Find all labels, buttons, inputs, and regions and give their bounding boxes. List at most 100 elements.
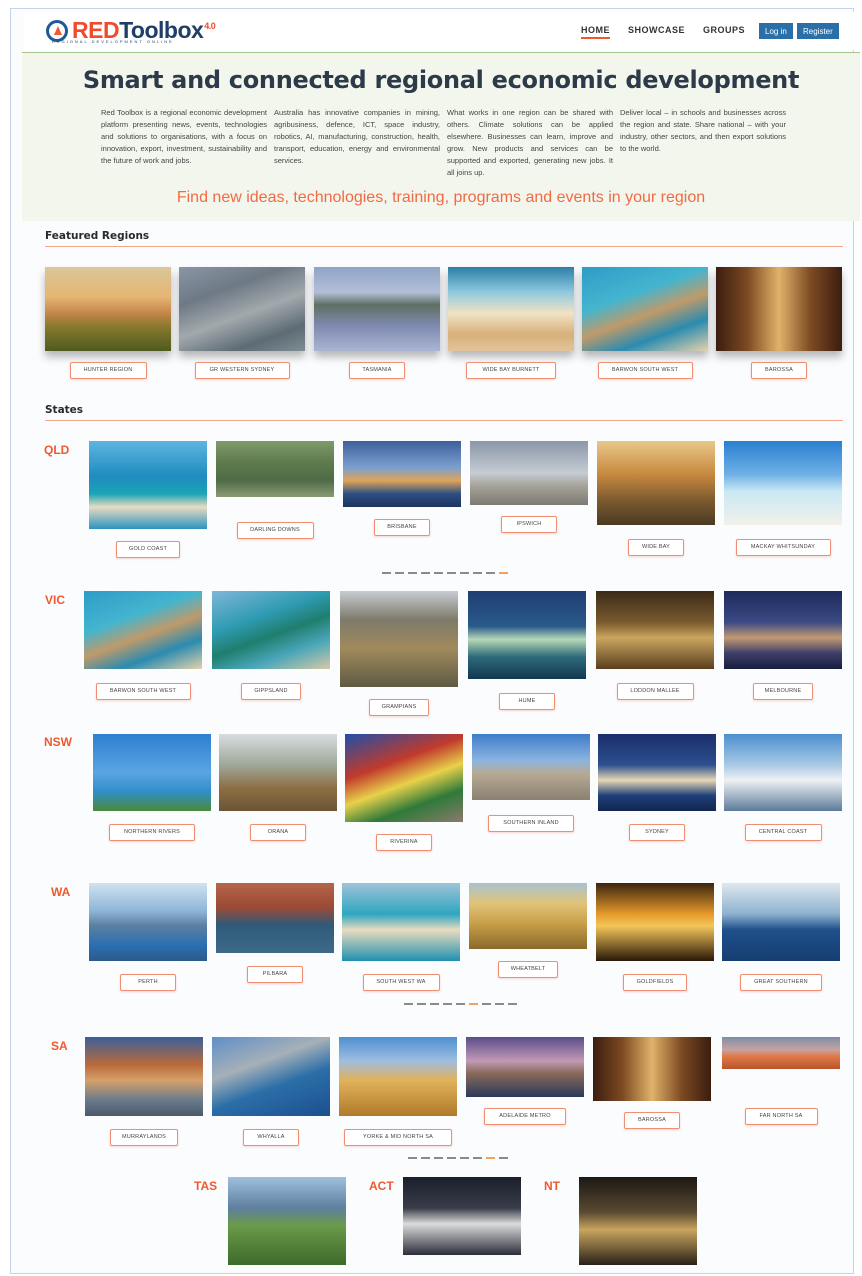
region-image[interactable] [216, 883, 334, 953]
featured-region-image[interactable] [448, 267, 574, 351]
nav-home[interactable]: HOME [581, 25, 610, 39]
pager-dash[interactable] [417, 1003, 426, 1005]
territory-image[interactable] [403, 1177, 521, 1255]
region-button[interactable]: RIVERINA [376, 834, 432, 851]
state-label-wa[interactable]: WA [51, 885, 70, 899]
pager-dash[interactable] [408, 1157, 417, 1159]
pager-dash[interactable] [460, 1157, 469, 1159]
region-button[interactable]: MURRAYLANDS [110, 1129, 178, 1146]
region-button[interactable]: ADELAIDE METRO [484, 1108, 566, 1125]
featured-region-image[interactable] [179, 267, 305, 351]
pager-dash[interactable] [495, 1003, 504, 1005]
region-button[interactable]: IPSWICH [501, 516, 557, 533]
login-button[interactable]: Log in [759, 23, 793, 39]
region-image[interactable] [472, 734, 590, 800]
region-image[interactable] [219, 734, 337, 811]
region-button[interactable]: CENTRAL COAST [744, 824, 822, 841]
region-button[interactable]: ORANA [250, 824, 306, 841]
region-image[interactable] [339, 1037, 457, 1116]
pager-dash[interactable] [421, 572, 430, 574]
pager-dash[interactable] [443, 1003, 452, 1005]
pager-dash[interactable] [408, 572, 417, 574]
pager-dash[interactable] [404, 1003, 413, 1005]
region-image[interactable] [85, 1037, 203, 1116]
pager-dash[interactable] [473, 1157, 482, 1159]
territory-image[interactable] [579, 1177, 697, 1265]
featured-region-button[interactable]: HUNTER REGION [69, 362, 147, 379]
pager-dash[interactable] [434, 572, 443, 574]
pager-dash[interactable] [447, 572, 456, 574]
region-button[interactable]: BARWON SOUTH WEST [95, 683, 191, 700]
region-image[interactable] [89, 441, 207, 529]
pager-dash[interactable] [508, 1003, 517, 1005]
pager-dash[interactable] [434, 1157, 443, 1159]
nav-groups[interactable]: GROUPS [703, 25, 745, 39]
region-image[interactable] [84, 591, 202, 669]
region-button[interactable]: SYDNEY [629, 824, 685, 841]
region-button[interactable]: FAR NORTH SA [744, 1108, 818, 1125]
region-button[interactable]: WHYALLA [243, 1129, 299, 1146]
region-image[interactable] [212, 591, 330, 669]
region-button[interactable]: SOUTHERN INLAND [488, 815, 574, 832]
region-button[interactable]: SOUTH WEST WA [362, 974, 440, 991]
region-image[interactable] [722, 883, 840, 961]
region-image[interactable] [469, 883, 587, 949]
featured-region-image[interactable] [314, 267, 440, 351]
region-button[interactable]: WIDE BAY [628, 539, 684, 556]
pager-dash[interactable] [447, 1157, 456, 1159]
region-image[interactable] [596, 883, 714, 961]
carousel-pager[interactable] [408, 1157, 512, 1159]
featured-region-image[interactable] [582, 267, 708, 351]
pager-dash[interactable] [482, 1003, 491, 1005]
region-image[interactable] [598, 734, 716, 811]
region-button[interactable]: LODDON MALLEE [616, 683, 694, 700]
region-button[interactable]: DARLING DOWNS [236, 522, 314, 539]
region-button[interactable]: YORKE & MID NORTH SA [344, 1129, 452, 1146]
pager-dash[interactable] [486, 1157, 495, 1159]
region-image[interactable] [724, 734, 842, 811]
region-button[interactable]: GREAT SOUTHERN [740, 974, 822, 991]
region-image[interactable] [340, 591, 458, 687]
pager-dash[interactable] [473, 572, 482, 574]
featured-region-button[interactable]: TASMANIA [349, 362, 405, 379]
pager-dash[interactable] [421, 1157, 430, 1159]
region-image[interactable] [93, 734, 211, 811]
region-image[interactable] [722, 1037, 840, 1069]
region-image[interactable] [466, 1037, 584, 1097]
state-label-act[interactable]: ACT [369, 1179, 394, 1193]
featured-region-button[interactable]: BAROSSA [751, 362, 807, 379]
region-button[interactable]: GOLD COAST [116, 541, 180, 558]
region-button[interactable]: GRAMPIANS [369, 699, 429, 716]
region-image[interactable] [216, 441, 334, 497]
featured-region-image[interactable] [716, 267, 842, 351]
region-image[interactable] [345, 734, 463, 822]
state-label-nsw[interactable]: NSW [44, 735, 72, 749]
region-image[interactable] [724, 441, 842, 525]
pager-dash[interactable] [456, 1003, 465, 1005]
region-image[interactable] [342, 883, 460, 961]
state-label-qld[interactable]: QLD [44, 443, 69, 457]
region-image[interactable] [468, 591, 586, 679]
featured-region-button[interactable]: WIDE BAY BURNETT [466, 362, 556, 379]
pager-dash[interactable] [460, 572, 469, 574]
region-image[interactable] [89, 883, 207, 961]
region-button[interactable]: PERTH [120, 974, 176, 991]
state-label-tas[interactable]: TAS [194, 1179, 217, 1193]
region-button[interactable]: GOLDFIELDS [623, 974, 687, 991]
region-button[interactable]: MACKAY WHITSUNDAY [735, 539, 831, 556]
region-button[interactable]: PILBARA [247, 966, 303, 983]
region-button[interactable]: HUME [499, 693, 555, 710]
pager-dash[interactable] [395, 572, 404, 574]
carousel-pager[interactable] [404, 1003, 521, 1005]
state-label-sa[interactable]: SA [51, 1039, 68, 1053]
region-button[interactable]: BRISBANE [374, 519, 430, 536]
region-image[interactable] [343, 441, 461, 507]
region-image[interactable] [596, 591, 714, 669]
territory-image[interactable] [228, 1177, 346, 1265]
pager-dash[interactable] [469, 1003, 478, 1005]
register-button[interactable]: Register [797, 23, 839, 39]
region-button[interactable]: GIPPSLAND [241, 683, 301, 700]
region-image[interactable] [212, 1037, 330, 1116]
pager-dash[interactable] [499, 572, 508, 574]
featured-region-image[interactable] [45, 267, 171, 351]
